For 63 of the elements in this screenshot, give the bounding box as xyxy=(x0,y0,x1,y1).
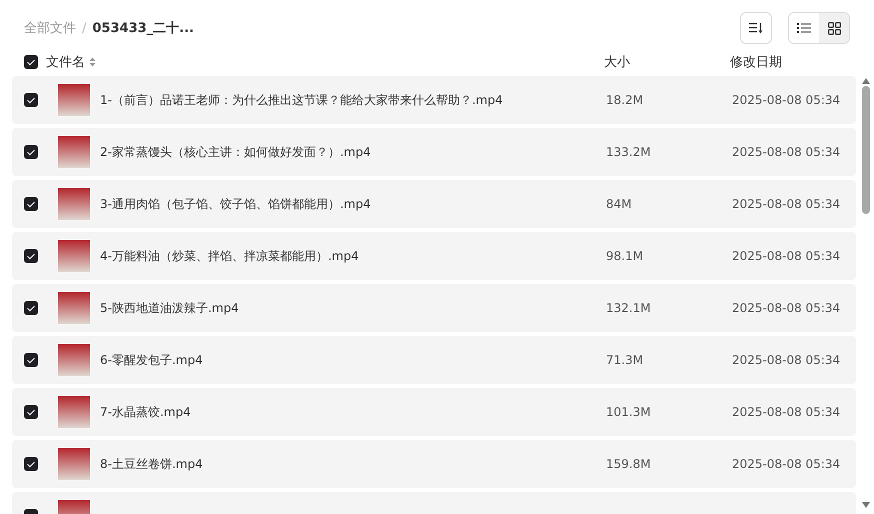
file-size: 98.1M xyxy=(606,249,644,263)
file-size: 133.2M xyxy=(606,145,652,159)
thumbnail-placeholder xyxy=(58,84,90,116)
select-all-checkbox[interactable] xyxy=(24,55,38,69)
file-name: 4-万能料油（炒菜、拌馅、拌凉菜都能用）.mp4 xyxy=(100,248,360,264)
row-checkbox[interactable] xyxy=(24,405,38,419)
list-view-icon xyxy=(797,22,811,34)
file-size: 132.1M xyxy=(606,301,652,315)
thumbnail-placeholder xyxy=(58,188,90,220)
sort-icon xyxy=(749,22,763,34)
file-date: 2025-08-08 05:34 xyxy=(732,301,842,315)
row-checkbox[interactable] xyxy=(24,249,38,263)
file-row[interactable]: 1-（前言）品诺王老师：为什么推出这节课？能给大家带来什么帮助？.mp4 18.2M 2025-08-08 05:34 xyxy=(12,76,856,124)
grid-view-icon xyxy=(828,22,840,34)
file-row[interactable]: 4-万能料油（炒菜、拌馅、拌凉菜都能用）.mp4 98.1M 2025-08-08 05:34 xyxy=(12,232,856,280)
row-checkbox[interactable] xyxy=(24,93,38,107)
file-date: 2025-08-08 05:34 xyxy=(732,93,842,107)
scroll-up-icon[interactable] xyxy=(862,78,870,84)
thumbnail-placeholder xyxy=(58,240,90,272)
file-date: 2025-08-08 05:34 xyxy=(732,405,842,419)
row-checkbox[interactable] xyxy=(24,145,38,159)
file-row[interactable]: 6-零醒发包子.mp4 71.3M 2025-08-08 05:34 xyxy=(12,336,856,384)
file-row[interactable]: 7-水晶蒸饺.mp4 101.3M 2025-08-08 05:34 xyxy=(12,388,856,436)
file-size: 159.8M xyxy=(606,457,652,471)
file-date: 2025-08-08 05:34 xyxy=(732,457,842,471)
file-name: 7-水晶蒸饺.mp4 xyxy=(100,404,192,420)
sort-arrows-icon xyxy=(89,57,96,67)
breadcrumb-current: 053433_二十... xyxy=(92,20,194,37)
thumbnail-placeholder xyxy=(58,448,90,480)
file-name: 1-（前言）品诺王老师：为什么推出这节课？能给大家带来什么帮助？.mp4 xyxy=(100,92,504,108)
file-row[interactable]: 3-通用肉馅（包子馅、饺子馅、馅饼都能用）.mp4 84M 2025-08-08 05:34 xyxy=(12,180,856,228)
thumbnail-placeholder xyxy=(58,292,90,324)
sort-button[interactable] xyxy=(740,12,772,44)
scrollbar-thumb[interactable] xyxy=(862,86,870,214)
list-view-button[interactable] xyxy=(789,13,819,43)
file-size: 101.3M xyxy=(606,405,652,419)
row-checkbox[interactable] xyxy=(24,353,38,367)
row-checkbox[interactable] xyxy=(24,197,38,211)
file-name: 6-零醒发包子.mp4 xyxy=(100,352,204,368)
file-row[interactable]: 8-土豆丝卷饼.mp4 159.8M 2025-08-08 05:34 xyxy=(12,440,856,488)
column-header: 大小 xyxy=(604,54,631,71)
file-name: 8-土豆丝卷饼.mp4 xyxy=(100,456,204,472)
file-size: 84M xyxy=(606,197,633,211)
breadcrumb-separator: / xyxy=(82,20,86,36)
column-header: 修改日期 xyxy=(730,54,783,71)
file-row[interactable]: 5-陕西地道油泼辣子.mp4 132.1M 2025-08-08 05:34 xyxy=(12,284,856,332)
file-date: 2025-08-08 05:34 xyxy=(732,249,842,263)
row-checkbox[interactable] xyxy=(24,457,38,471)
scroll-down-icon[interactable] xyxy=(862,502,870,508)
file-date: 2025-08-08 05:34 xyxy=(732,197,842,211)
file-date: 2025-08-08 05:34 xyxy=(732,353,842,367)
column-header[interactable]: 文件名 xyxy=(46,53,85,71)
file-date: 2025-08-08 05:34 xyxy=(732,145,842,159)
file-size: 71.3M xyxy=(606,353,644,367)
thumbnail-placeholder xyxy=(58,136,90,168)
file-size: 18.2M xyxy=(606,93,644,107)
file-name: 2-家常蒸馒头（核心主讲：如何做好发面？）.mp4 xyxy=(100,144,372,160)
thumbnail-placeholder xyxy=(58,396,90,428)
thumbnail-placeholder xyxy=(58,344,90,376)
file-row[interactable]: 2-家常蒸馒头（核心主讲：如何做好发面？）.mp4 133.2M 2025-08-08 05:34 xyxy=(12,128,856,176)
row-checkbox[interactable] xyxy=(24,301,38,315)
file-name: 5-陕西地道油泼辣子.mp4 xyxy=(100,300,240,316)
file-name: 3-通用肉馅（包子馅、饺子馅、馅饼都能用）.mp4 xyxy=(100,196,372,212)
